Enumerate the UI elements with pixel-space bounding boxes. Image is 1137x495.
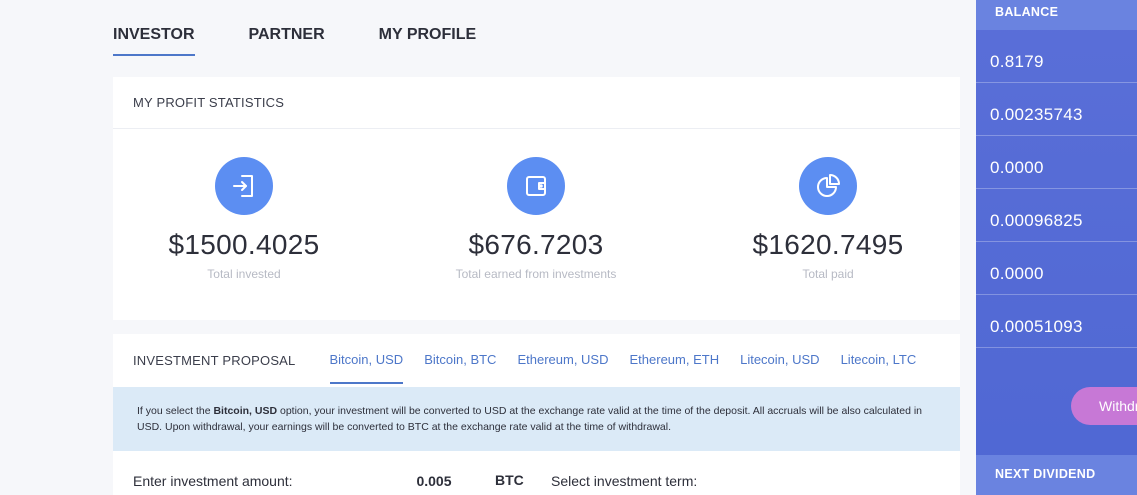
balance-row: 0.00051093 (976, 295, 1137, 348)
balance-sidebar: BALANCE 0.8179 0.00235743 0.0000 0.00096… (976, 0, 1137, 495)
currency-label: BTC (495, 472, 524, 488)
tab-ethereum-eth[interactable]: Ethereum, ETH (630, 334, 720, 384)
top-nav: INVESTOR PARTNER MY PROFILE (113, 0, 476, 60)
total-paid-caption: Total paid (802, 267, 854, 281)
total-invested-caption: Total invested (207, 267, 281, 281)
investment-amount-input[interactable] (371, 473, 497, 489)
term-label: Select investment term: (551, 473, 698, 489)
total-paid-amount: $1620.7495 (752, 229, 904, 260)
wallet-icon (507, 157, 565, 215)
amount-label: Enter investment amount: (133, 473, 293, 489)
balance-row: 0.00235743 (976, 83, 1137, 136)
balance-row: 0.0000 (976, 242, 1137, 295)
proposal-header: INVESTMENT PROPOSAL Bitcoin, USD Bitcoin… (113, 334, 960, 386)
tab-litecoin-ltc[interactable]: Litecoin, LTC (841, 334, 917, 384)
login-icon (215, 157, 273, 215)
option-notice: If you select the Bitcoin, USD option, y… (113, 387, 960, 451)
stat-total-paid: $1620.7495 Total paid (678, 157, 978, 281)
tab-partner[interactable]: PARTNER (249, 0, 325, 56)
balance-title: BALANCE (976, 0, 1137, 30)
tab-litecoin-usd[interactable]: Litecoin, USD (740, 334, 819, 384)
tab-bitcoin-btc[interactable]: Bitcoin, BTC (424, 334, 496, 384)
balance-row: 0.0000 (976, 136, 1137, 189)
total-invested-amount: $1500.4025 (168, 229, 320, 260)
investment-proposal-card: INVESTMENT PROPOSAL Bitcoin, USD Bitcoin… (113, 334, 960, 495)
total-earned-amount: $676.7203 (468, 229, 604, 260)
tab-my-profile[interactable]: MY PROFILE (379, 0, 477, 56)
tab-investor[interactable]: INVESTOR (113, 0, 195, 56)
notice-selected-option: Bitcoin, USD (213, 405, 278, 417)
next-dividend-title: NEXT DIVIDEND (976, 455, 1137, 495)
balance-row: 0.00096825 (976, 189, 1137, 242)
proposal-title: INVESTMENT PROPOSAL (133, 353, 296, 368)
total-earned-caption: Total earned from investments (455, 267, 617, 281)
tab-ethereum-usd[interactable]: Ethereum, USD (517, 334, 608, 384)
stat-total-invested: $1500.4025 Total invested (94, 157, 394, 281)
notice-text-before: If you select the (137, 405, 214, 417)
balance-row: 0.8179 (976, 30, 1137, 83)
profit-statistics-title: MY PROFIT STATISTICS (113, 77, 960, 129)
withdraw-button[interactable]: Withdraw (1071, 387, 1137, 425)
tab-bitcoin-usd[interactable]: Bitcoin, USD (329, 334, 403, 384)
profit-statistics-card: MY PROFIT STATISTICS $1500.4025 Total in… (113, 77, 960, 320)
pie-chart-icon (799, 157, 857, 215)
stat-total-earned: $676.7203 Total earned from investments (386, 157, 686, 281)
